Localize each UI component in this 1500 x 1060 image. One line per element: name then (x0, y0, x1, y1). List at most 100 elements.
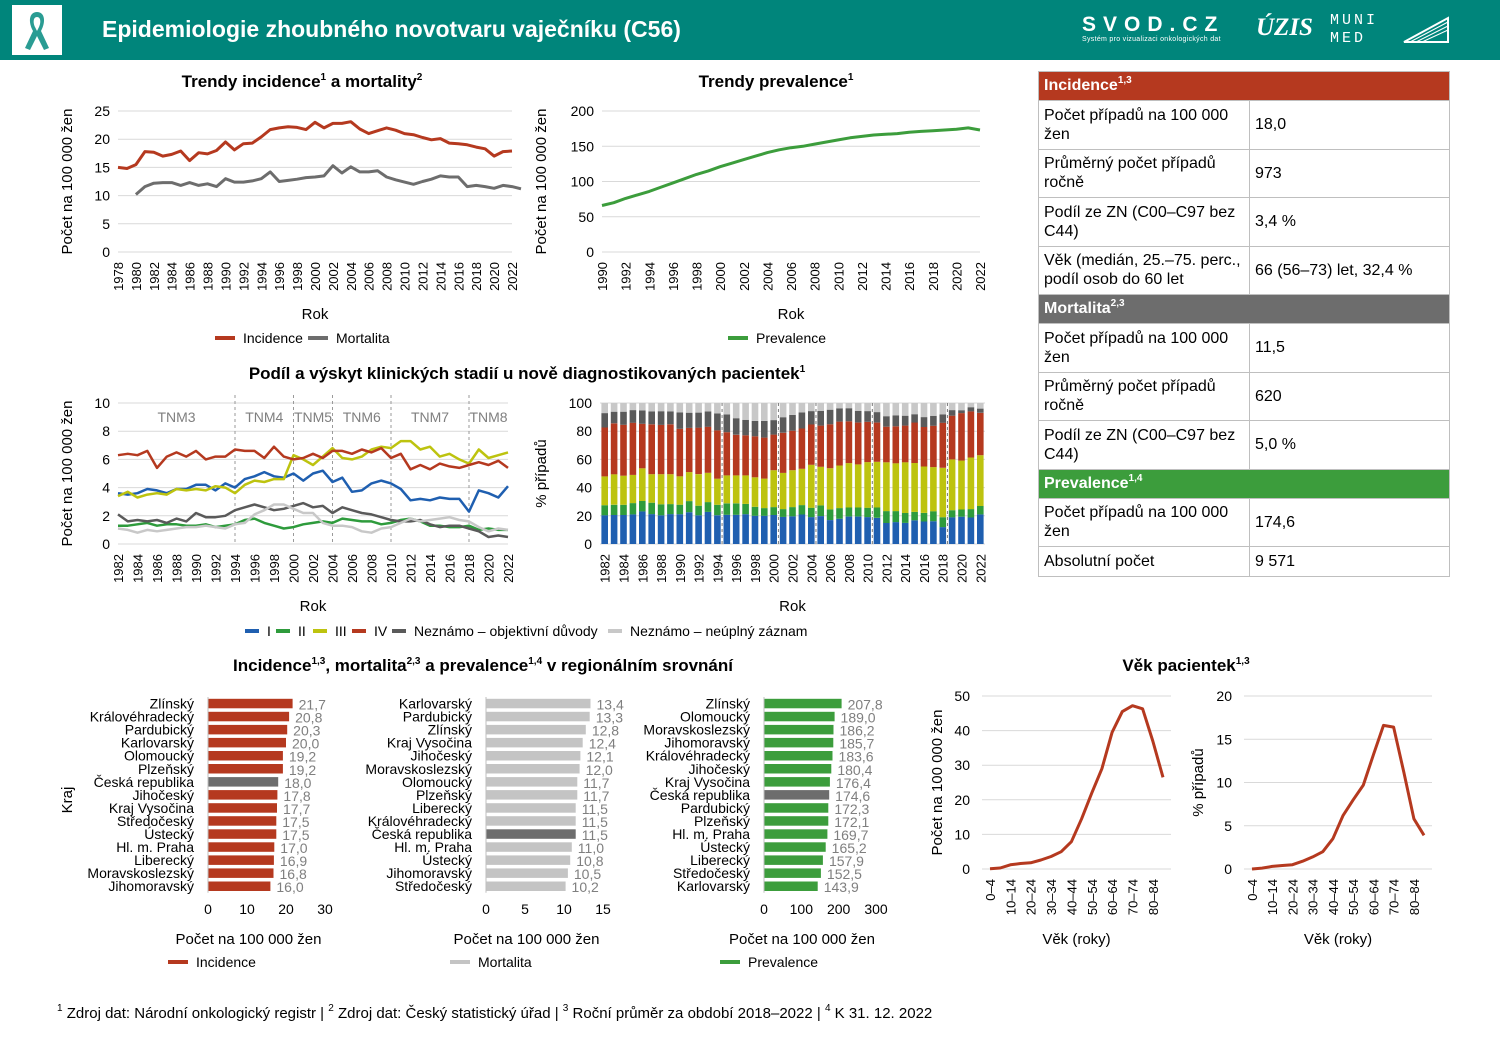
region-bar (208, 711, 290, 722)
region-bar (486, 777, 578, 787)
y-tick-label: 20 (1216, 688, 1232, 704)
prevalence-header: Prevalence1,4 (1038, 468, 1450, 499)
stacked-bar-segment (742, 403, 749, 420)
stacked-bar-segment (751, 436, 759, 478)
region-bar (486, 790, 578, 800)
region-bar (208, 829, 277, 839)
stacked-bar-segment (939, 422, 947, 468)
stacked-bar-segment (732, 475, 740, 504)
stacked-bar-segment (761, 420, 768, 438)
stacked-bar-segment (845, 463, 853, 508)
y-tick-label: 100 (571, 174, 595, 190)
x-axis-title: Rok (778, 306, 805, 323)
stacked-bar-segment (667, 403, 674, 412)
stacked-bar-segment (930, 511, 937, 522)
region-bar (486, 724, 586, 735)
x-tick-label: 20–24 (1024, 879, 1039, 915)
stacked-bar-segment (958, 516, 965, 544)
stacked-bar-segment (864, 411, 871, 422)
stacked-bar-segment (676, 504, 684, 515)
stacked-bar-segment (901, 403, 909, 416)
stacked-bar-segment (685, 501, 693, 513)
x-tick-label: 20–24 (1285, 879, 1300, 915)
y-tick-label: 0 (102, 244, 110, 260)
stacked-bar-segment (639, 423, 646, 469)
stacked-bar-segment (667, 504, 674, 515)
x-tick-label: 2022 (501, 554, 516, 583)
x-axis-title: Počet na 100 000 žen (454, 931, 600, 948)
y-tick-label: 5 (1224, 818, 1232, 834)
bar-value-label: 10,2 (572, 879, 599, 895)
stacked-bar-segment (601, 413, 608, 428)
x-tick-label: 2004 (760, 262, 775, 291)
stacked-bar-segment (610, 474, 618, 505)
x-tick-label: 2020 (949, 262, 964, 291)
x-tick-label: 2014 (423, 554, 438, 583)
stacked-bar-segment (967, 411, 975, 458)
stacked-bar-segment (826, 468, 834, 510)
y-tick-label: 10 (94, 395, 110, 411)
region-bar (764, 881, 818, 891)
stacked-bar-segment (732, 503, 740, 515)
stacked-bar-segment (977, 514, 984, 544)
stacked-bar-segment (967, 517, 975, 544)
x-tick-label: 2002 (326, 262, 341, 291)
table-row: Věk (medián, 25.–75. perc., podíl osob d… (1038, 245, 1450, 295)
region-bar (486, 881, 566, 891)
stacked-bar-segment (779, 516, 787, 544)
stacked-bar-segment (911, 422, 918, 463)
x-axis-title: Počet na 100 000 žen (729, 931, 875, 948)
x-tick-label: 2014 (898, 554, 913, 583)
stacked-bar-segment (789, 507, 796, 517)
stacked-bar-segment (948, 403, 956, 411)
table-row: Podíl ze ZN (C00–C97 bez C44) 5,0 % (1038, 420, 1450, 470)
stacked-bar-segment (920, 466, 928, 513)
x-tick-label: 300 (864, 901, 888, 917)
stacked-bar-segment (657, 474, 665, 505)
x-tick-label: 2004 (326, 554, 341, 583)
x-axis-title: Rok (300, 598, 327, 615)
stacked-bar-segment (836, 421, 843, 466)
stacked-bar-segment (714, 413, 721, 431)
stacked-bar-segment (977, 408, 984, 413)
x-tick-label: 1998 (267, 554, 282, 583)
region-bar (764, 842, 826, 852)
row-label: Podíl ze ZN (C00–C97 bez C44) (1038, 197, 1250, 247)
stacked-bar-segment (761, 515, 768, 544)
row-value: 174,6 (1249, 497, 1450, 547)
stacked-bar-segment (676, 428, 684, 477)
x-tick-label: 1986 (635, 554, 650, 583)
row-label: Věk (medián, 25.–75. perc., podíl osob d… (1038, 245, 1250, 295)
x-tick-label: 2012 (855, 262, 870, 291)
x-tick-label: 1988 (201, 262, 216, 291)
stacked-bar-segment (911, 463, 918, 512)
x-tick-label: 15 (595, 901, 611, 917)
region-bar (208, 737, 286, 748)
region-bar (764, 868, 821, 878)
stacked-bar-segment (620, 403, 627, 412)
y-tick-label: 0 (586, 244, 594, 260)
stacked-bar-segment (967, 509, 975, 518)
legend-prevalence-label: Prevalence (748, 954, 818, 970)
stacked-bar-segment (648, 502, 655, 515)
stacked-bar-segment (770, 507, 777, 515)
y-tick-label: 150 (571, 138, 595, 154)
stacked-bar-segment (779, 509, 787, 517)
stacked-bar-segment (704, 411, 712, 427)
stacked-bar-segment (610, 514, 618, 544)
region-bar (764, 751, 833, 761)
stacked-bar-segment (629, 514, 637, 544)
mortality-header-row: Mortalita2,3 (1038, 294, 1450, 324)
stacked-bar-segment (845, 507, 853, 517)
stacked-bar-segment (648, 424, 655, 475)
stacked-bar-segment (714, 430, 721, 479)
y-tick-label: 50 (578, 209, 594, 225)
x-tick-label: 5 (521, 901, 529, 917)
region-bar (764, 829, 828, 839)
stacked-bar-segment (873, 461, 881, 508)
row-value: 18,0 (1249, 100, 1450, 150)
y-tick-label: 20 (94, 131, 110, 147)
stacked-bar-segment (826, 520, 834, 544)
x-tick-label: 2000 (713, 262, 728, 291)
x-tick-label: 20 (278, 901, 294, 917)
